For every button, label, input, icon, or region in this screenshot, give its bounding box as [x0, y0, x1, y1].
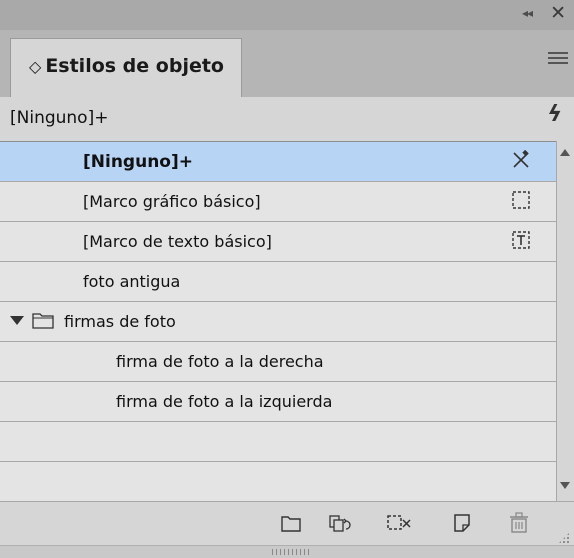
load-styles-icon[interactable]	[328, 511, 354, 535]
bottom-toolbar	[0, 501, 574, 546]
folder-icon	[32, 313, 54, 329]
sort-glyph-icon: ◇	[29, 57, 42, 76]
list-item-firma-izquierda[interactable]: firma de foto a la izquierda	[0, 382, 556, 422]
tab-label: ◇ Estilos de objeto	[29, 55, 224, 77]
close-icon[interactable]: ✕	[550, 2, 566, 24]
list-item-none[interactable]: [Ninguno]+	[0, 142, 556, 182]
resize-grip-icon[interactable]	[558, 532, 570, 544]
lightning-icon[interactable]: ϟ	[547, 102, 562, 127]
list-item-basic-graphics-frame[interactable]: [Marco gráfico básico]	[0, 182, 556, 222]
expand-triangle-icon[interactable]	[10, 316, 24, 325]
new-style-icon[interactable]	[450, 511, 476, 535]
tab-title: Estilos de objeto	[45, 55, 224, 77]
list-item-label: foto antigua	[83, 272, 181, 291]
vertical-scrollbar[interactable]	[556, 141, 574, 501]
list-item-basic-text-frame[interactable]: [Marco de texto básico]	[0, 222, 556, 262]
scroll-up-icon[interactable]	[560, 149, 570, 156]
list-item-label: [Marco gráfico básico]	[83, 192, 261, 211]
panel-title-bar: ◂◂ ✕	[0, 0, 574, 31]
hamburger-menu-icon[interactable]	[548, 52, 568, 66]
new-group-icon[interactable]	[278, 511, 304, 535]
list-item-foto-antigua[interactable]: foto antigua	[0, 262, 556, 302]
list-item-label: [Ninguno]+	[83, 152, 193, 172]
list-item-group-firmas[interactable]: firmas de foto	[0, 302, 556, 342]
list-item-empty	[0, 422, 556, 462]
current-style-label: [Ninguno]+	[10, 108, 109, 128]
panel-footer	[0, 545, 574, 558]
list-item-label: [Marco de texto básico]	[83, 232, 272, 251]
text-frame-icon	[512, 231, 530, 249]
tab-row: ◇ Estilos de objeto	[0, 30, 574, 98]
list-item-label: firmas de foto	[64, 312, 176, 331]
resize-handle-icon[interactable]	[272, 549, 312, 555]
current-style-row: [Ninguno]+ ϟ	[0, 97, 574, 141]
scroll-down-icon[interactable]	[560, 482, 570, 489]
clear-overrides-icon[interactable]	[386, 511, 412, 535]
list-item-label: firma de foto a la derecha	[116, 352, 324, 371]
delete-icon[interactable]	[506, 511, 532, 535]
list-item-firma-derecha[interactable]: firma de foto a la derecha	[0, 342, 556, 382]
double-chevron-left-icon[interactable]: ◂◂	[522, 6, 533, 20]
object-styles-panel: ◂◂ ✕ ◇ Estilos de objeto [Ninguno]+ ϟ [Ni…	[0, 0, 574, 558]
cross-out-pen-icon	[513, 150, 529, 168]
tab-object-styles[interactable]: ◇ Estilos de objeto	[10, 38, 242, 98]
list-item-label: firma de foto a la izquierda	[116, 392, 333, 411]
style-list: [Ninguno]+ [Marco gráfico básico] [Marco…	[0, 141, 556, 502]
dashed-frame-icon	[512, 191, 530, 209]
